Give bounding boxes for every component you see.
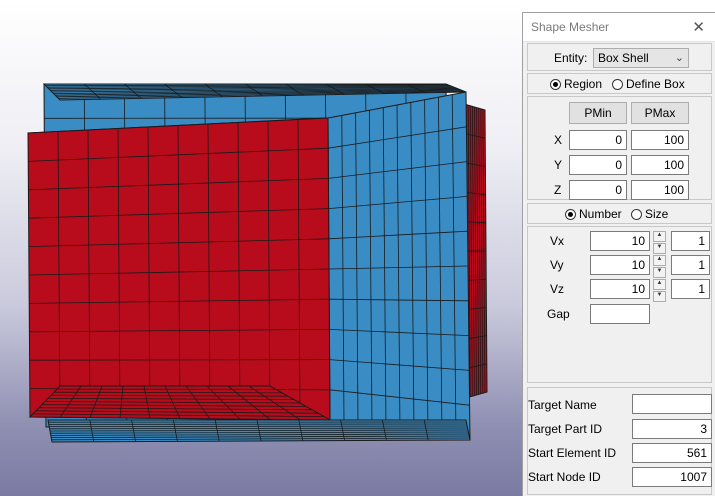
spin-down-icon[interactable]: ▼ [653, 267, 666, 278]
target-part-input[interactable]: 3 [632, 419, 712, 439]
red-front-face [27, 117, 331, 421]
entity-group: Entity: Box Shell ⌄ [527, 43, 712, 71]
entity-label: Entity: [554, 51, 588, 65]
vx-input[interactable]: 10 [590, 231, 650, 251]
number-radio[interactable]: Number [565, 207, 622, 221]
x-pmax-input[interactable]: 100 [631, 130, 689, 150]
target-group: Target Name Target Part ID 3 Start Eleme… [527, 387, 712, 495]
y-pmin-input[interactable]: 0 [569, 155, 627, 175]
vx-bias-input[interactable]: 1 [671, 231, 710, 251]
pmin-button[interactable]: PMin [569, 102, 627, 124]
region-radio-dot [550, 78, 561, 90]
chevron-down-icon: ⌄ [674, 52, 684, 64]
region-radio[interactable]: Region [550, 77, 602, 91]
blue-bottom-face [47, 419, 471, 443]
number-radio-dot [565, 208, 576, 220]
divisions-group: Vx 10 ▲ ▼ 1 Vy 10 ▲ ▼ 1 Vz 10 ▲ ▼ 1 Gap [527, 226, 712, 383]
region-radio-label: Region [564, 77, 603, 91]
number-radio-label: Number [579, 207, 622, 221]
axis-y-label: Y [554, 158, 563, 172]
entity-select-value: Box Shell [598, 51, 649, 65]
size-radio-label: Size [645, 207, 669, 221]
spin-up-icon[interactable]: ▲ [653, 255, 666, 266]
vy-label: Vy [550, 258, 564, 272]
z-pmax-input[interactable]: 100 [631, 180, 689, 200]
close-icon[interactable]: ✕ [692, 18, 705, 36]
spin-down-icon[interactable]: ▼ [653, 291, 666, 302]
axis-x-label: X [554, 133, 563, 147]
vz-label: Vz [550, 282, 565, 296]
pmax-button[interactable]: PMax [631, 102, 689, 124]
z-pmin-input[interactable]: 0 [569, 180, 627, 200]
blue-right-face [327, 91, 471, 441]
start-node-input[interactable]: 1007 [632, 467, 712, 487]
x-pmin-input[interactable]: 0 [569, 130, 627, 150]
region-mode-group: Region Define Box [527, 73, 712, 94]
division-mode-group: Number Size [527, 203, 712, 224]
vz-bias-input[interactable]: 1 [671, 279, 710, 299]
panel-title: Shape Mesher [531, 20, 610, 34]
vx-spinner[interactable]: ▲ ▼ [653, 231, 666, 254]
define-box-radio[interactable]: Define Box [612, 77, 685, 91]
vy-spinner[interactable]: ▲ ▼ [653, 255, 666, 278]
vz-spinner[interactable]: ▲ ▼ [653, 279, 666, 302]
gap-label: Gap [547, 307, 570, 321]
spin-down-icon[interactable]: ▼ [653, 243, 666, 254]
target-name-label: Target Name [528, 398, 597, 412]
vx-label: Vx [550, 234, 565, 248]
size-radio[interactable]: Size [631, 207, 668, 221]
blue-right-face-face [327, 91, 471, 441]
spin-up-icon[interactable]: ▲ [653, 231, 666, 242]
size-radio-dot [631, 208, 642, 220]
3d-viewport[interactable] [0, 0, 522, 496]
start-node-label: Start Node ID [528, 470, 601, 484]
start-element-input[interactable]: 561 [632, 443, 712, 463]
target-name-input[interactable] [632, 394, 712, 414]
axis-z-label: Z [554, 183, 562, 197]
bounds-group: PMin PMax X 0 100 Y 0 100 Z 0 100 [527, 96, 712, 200]
spin-up-icon[interactable]: ▲ [653, 279, 666, 290]
define-box-radio-dot [612, 78, 623, 90]
vy-input[interactable]: 10 [590, 255, 650, 275]
vz-input[interactable]: 10 [590, 279, 650, 299]
box-shell-mesh [27, 83, 488, 443]
entity-select[interactable]: Box Shell ⌄ [593, 48, 689, 68]
y-pmax-input[interactable]: 100 [631, 155, 689, 175]
start-element-label: Start Element ID [528, 446, 617, 460]
shape-mesher-panel: Shape Mesher ✕ Entity: Box Shell ⌄ Regio… [522, 12, 715, 496]
vy-bias-input[interactable]: 1 [671, 255, 710, 275]
target-part-label: Target Part ID [528, 422, 603, 436]
panel-titlebar: Shape Mesher ✕ [523, 13, 715, 42]
gap-input[interactable] [590, 304, 650, 324]
define-box-radio-label: Define Box [626, 77, 685, 91]
